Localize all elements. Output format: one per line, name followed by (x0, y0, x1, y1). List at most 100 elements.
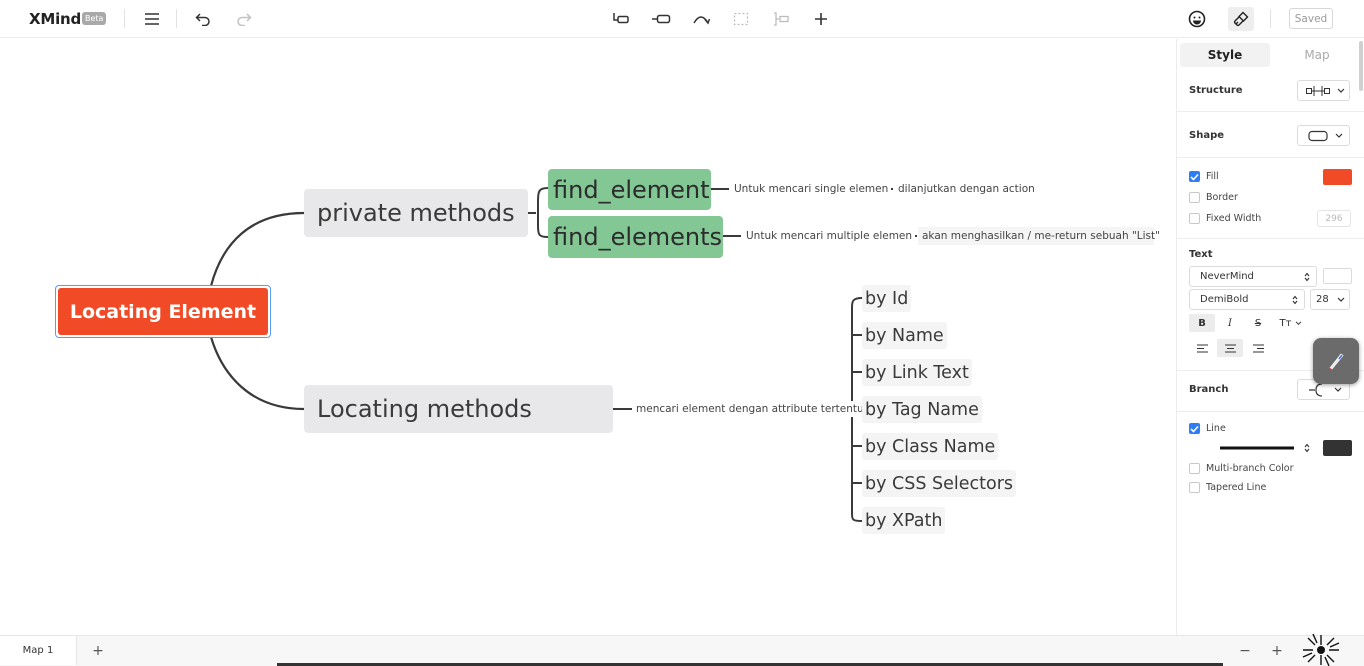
undo-icon[interactable] (192, 8, 214, 30)
main-topic-locating-methods[interactable]: Locating methods (304, 385, 613, 433)
strikethrough-button[interactable]: S (1245, 314, 1271, 332)
multi-branch-checkbox[interactable] (1189, 463, 1200, 474)
multi-branch-checkbox-row[interactable]: Multi-branch Color (1189, 463, 1294, 474)
updown-icon (1304, 443, 1310, 452)
xmind-app: XMind Beta Saved Locating Element privat… (0, 0, 1364, 666)
add-sheet-button[interactable]: + (88, 641, 108, 661)
bottom-bar: Map 1 + − + (0, 633, 1364, 666)
tapered-line-label: Tapered Line (1206, 482, 1267, 493)
leaf-by-name[interactable]: by Name (862, 322, 947, 349)
structure-dropdown[interactable] (1297, 80, 1350, 101)
align-right-button[interactable] (1245, 339, 1271, 357)
tab-style[interactable]: Style (1180, 43, 1270, 67)
align-center-button[interactable] (1217, 339, 1243, 357)
shape-dropdown[interactable] (1297, 125, 1350, 146)
subtopic-find-elements[interactable]: find_elements (548, 216, 723, 258)
leaf-by-css-selectors[interactable]: by CSS Selectors (862, 470, 1017, 497)
leaf-by-id[interactable]: by Id (862, 285, 912, 312)
fixed-width-input[interactable]: 296 (1317, 210, 1351, 227)
zoom-in-button[interactable]: + (1267, 641, 1287, 661)
add-icon[interactable] (810, 8, 832, 30)
fill-checkbox[interactable] (1189, 171, 1200, 182)
chevron-down-icon (1296, 320, 1302, 325)
branch-label: Branch (1189, 384, 1229, 395)
text-case-button[interactable]: Tт (1273, 314, 1309, 332)
beta-badge: Beta (82, 12, 107, 25)
align-left-icon (1196, 343, 1208, 353)
summary-icon[interactable] (770, 8, 792, 30)
shape-label: Shape (1189, 130, 1225, 141)
fixed-width-checkbox[interactable] (1189, 213, 1200, 224)
format-panel: Style Map Structure Shape Fill Border Fi… (1176, 39, 1364, 635)
note-mencari-element[interactable]: mencari element dengan attribute tertent… (634, 401, 866, 417)
chevron-down-icon (1335, 133, 1343, 138)
line-checkbox[interactable] (1189, 423, 1200, 434)
panel-scrollbar[interactable] (1359, 41, 1363, 91)
toolbar-divider (1270, 9, 1271, 28)
main-topic-private-methods[interactable]: private methods (304, 189, 528, 237)
structure-label: Structure (1189, 85, 1243, 96)
toolbar-divider (124, 9, 125, 28)
check-icon (1190, 173, 1199, 181)
chevron-down-icon (1334, 387, 1342, 392)
align-left-button[interactable] (1189, 339, 1215, 357)
tapered-line-checkbox[interactable] (1189, 482, 1200, 493)
text-color-swatch[interactable] (1323, 268, 1352, 284)
topic-icon[interactable] (610, 8, 632, 30)
menu-icon[interactable] (141, 8, 163, 30)
note-single-elemen[interactable]: Untuk mencari single elemen (731, 181, 892, 197)
font-size-select[interactable]: 28 (1310, 289, 1350, 310)
border-checkbox[interactable] (1189, 192, 1200, 203)
updown-icon (1292, 295, 1298, 304)
app-logo: XMind (29, 10, 82, 28)
toolbar-divider (176, 9, 177, 28)
floating-pen-button[interactable] (1313, 338, 1359, 384)
font-weight-select[interactable]: DemiBold (1189, 289, 1305, 310)
line-color-swatch[interactable] (1323, 440, 1352, 456)
sheet-tab-map-1[interactable]: Map 1 (0, 636, 77, 665)
boundary-icon[interactable] (730, 8, 752, 30)
format-brush-icon[interactable] (1228, 7, 1254, 31)
tapered-line-checkbox-row[interactable]: Tapered Line (1189, 482, 1266, 493)
subtopic-find-element[interactable]: find_element (548, 169, 711, 210)
fill-color-swatch[interactable] (1323, 169, 1352, 185)
border-checkbox-row[interactable]: Border (1189, 192, 1238, 203)
emoji-icon[interactable] (1186, 8, 1208, 30)
fixed-width-checkbox-row[interactable]: Fixed Width (1189, 213, 1261, 224)
redo-icon[interactable] (233, 8, 255, 30)
note-dilanjutkan[interactable]: dilanjutkan dengan action (895, 181, 1038, 197)
chevron-down-icon (1337, 297, 1345, 302)
font-family-value: NeverMind (1200, 271, 1254, 282)
font-weight-value: DemiBold (1200, 294, 1249, 305)
note-return-list[interactable]: akan menghasilkan / me-return sebuah "Li… (918, 227, 1160, 245)
fixed-width-label: Fixed Width (1206, 213, 1262, 224)
mindmap-canvas[interactable]: Locating Element private methods find_el… (0, 39, 1176, 635)
line-label: Line (1206, 423, 1226, 434)
multi-branch-label: Multi-branch Color (1206, 463, 1294, 474)
zoom-controls: − + (1231, 633, 1361, 666)
branch-curve-icon (1309, 382, 1323, 397)
font-size-value: 28 (1316, 294, 1329, 305)
bold-button[interactable]: B (1189, 314, 1215, 332)
tab-map[interactable]: Map (1272, 43, 1362, 67)
leaf-by-xpath[interactable]: by XPath (862, 507, 946, 534)
line-style-select[interactable] (1207, 437, 1317, 458)
leaf-by-link-text[interactable]: by Link Text (862, 359, 972, 386)
align-right-icon (1252, 343, 1264, 353)
text-label: Text (1189, 249, 1213, 260)
line-sample-icon (1220, 446, 1294, 449)
leaf-by-tag-name[interactable]: by Tag Name (862, 396, 982, 423)
note-multiple-elemen[interactable]: Untuk mencari multiple elemen (743, 228, 916, 244)
subtopic-icon[interactable] (650, 8, 672, 30)
font-family-select[interactable]: NeverMind (1189, 266, 1317, 287)
busy-spinner-icon (1302, 633, 1340, 666)
relationship-icon[interactable] (690, 8, 712, 30)
central-topic[interactable]: Locating Element (58, 288, 268, 335)
fill-checkbox-row[interactable]: Fill (1189, 171, 1219, 182)
panel-divider (1177, 238, 1364, 239)
leaf-by-class-name[interactable]: by Class Name (862, 433, 999, 460)
italic-button[interactable]: I (1217, 314, 1243, 332)
check-icon (1190, 425, 1199, 433)
line-checkbox-row[interactable]: Line (1189, 423, 1226, 434)
zoom-out-button[interactable]: − (1235, 641, 1255, 661)
